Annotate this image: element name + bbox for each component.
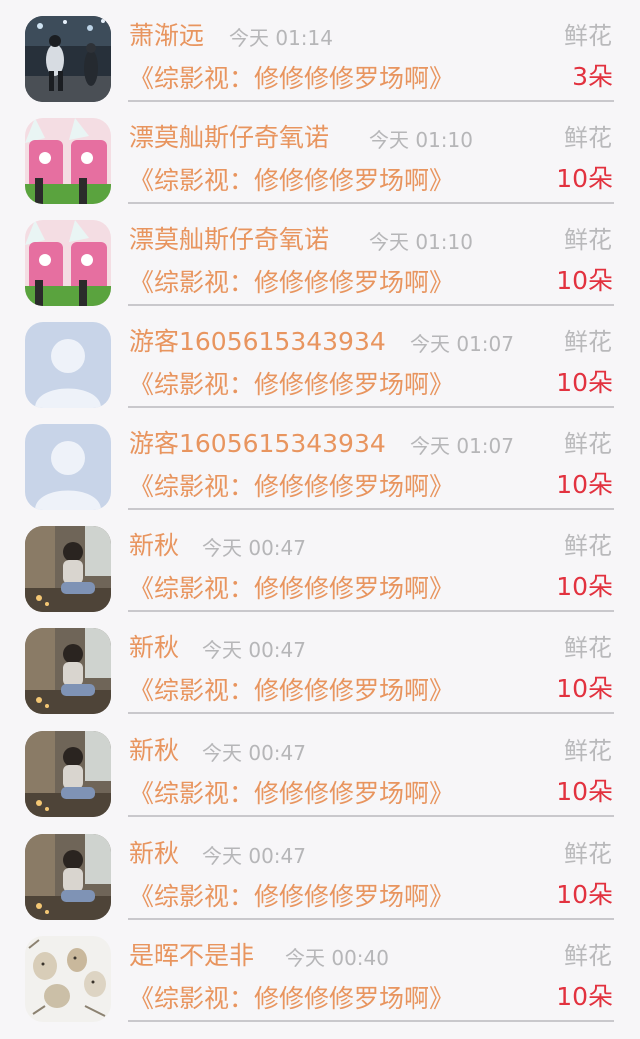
avatar-sketch-cats-image (25, 936, 111, 1022)
book-title-link[interactable]: 《综影视：修修修修罗场啊》 (129, 62, 454, 96)
avatar[interactable] (25, 936, 111, 1022)
avatar-photo-girl-image (25, 731, 111, 817)
avatar[interactable] (25, 322, 111, 408)
user-name[interactable]: 新秋 (129, 838, 179, 870)
avatar-photo-girl-image (25, 526, 111, 612)
timestamp: 今天 01:10 (369, 230, 473, 254)
avatar[interactable] (25, 220, 111, 306)
divider (128, 1020, 614, 1022)
book-title-link[interactable]: 《综影视：修修修修罗场啊》 (129, 982, 454, 1016)
gift-count: 10朵 (556, 572, 613, 601)
avatar-photo-girl-image (25, 628, 111, 714)
user-name[interactable]: 萧渐远 (129, 20, 204, 52)
gift-list-item[interactable]: 漂莫舢斯仔奇氧诺 今天 01:10 鲜花 《综影视：修修修修罗场啊》 10朵 (0, 204, 640, 306)
user-name[interactable]: 新秋 (129, 735, 179, 767)
avatar-default-person-image (25, 424, 111, 510)
book-title-link[interactable]: 《综影视：修修修修罗场啊》 (129, 777, 454, 811)
gift-list-item[interactable]: 新秋 今天 00:47 鲜花 《综影视：修修修修罗场啊》 10朵 (0, 818, 640, 920)
timestamp: 今天 00:40 (285, 946, 389, 970)
gift-type: 鲜花 (564, 737, 612, 765)
timestamp: 今天 00:47 (202, 638, 306, 662)
avatar-anime-pink-image (25, 220, 111, 306)
avatar[interactable] (25, 628, 111, 714)
user-name[interactable]: 游客1605615343934 (129, 326, 386, 358)
user-name[interactable]: 游客1605615343934 (129, 428, 386, 460)
divider (128, 815, 614, 817)
divider (128, 712, 614, 714)
user-name[interactable]: 新秋 (129, 632, 179, 664)
gift-list-item[interactable]: 萧渐远 今天 01:14 鲜花 《综影视：修修修修罗场啊》 3朵 (0, 0, 640, 102)
gift-type: 鲜花 (564, 22, 612, 50)
timestamp: 今天 01:07 (410, 332, 514, 356)
timestamp: 今天 00:47 (202, 536, 306, 560)
gift-count: 10朵 (556, 164, 613, 193)
gift-count: 10朵 (556, 368, 613, 397)
avatar[interactable] (25, 731, 111, 817)
gift-type: 鲜花 (564, 942, 612, 970)
timestamp: 今天 00:47 (202, 741, 306, 765)
timestamp: 今天 00:47 (202, 844, 306, 868)
gift-type: 鲜花 (564, 840, 612, 868)
gift-type: 鲜花 (564, 328, 612, 356)
gift-type: 鲜花 (564, 226, 612, 254)
avatar-default-person-image (25, 322, 111, 408)
avatar[interactable] (25, 526, 111, 612)
gift-list-item[interactable]: 新秋 今天 00:47 鲜花 《综影视：修修修修罗场啊》 10朵 (0, 715, 640, 817)
user-name[interactable]: 漂莫舢斯仔奇氧诺 (129, 224, 329, 256)
avatar-anime-pink-image (25, 118, 111, 204)
gift-type: 鲜花 (564, 124, 612, 152)
book-title-link[interactable]: 《综影视：修修修修罗场啊》 (129, 470, 454, 504)
gift-count: 10朵 (556, 470, 613, 499)
avatar-photo-girl-image (25, 834, 111, 920)
gift-count: 10朵 (556, 674, 613, 703)
timestamp: 今天 01:10 (369, 128, 473, 152)
user-name[interactable]: 新秋 (129, 530, 179, 562)
timestamp: 今天 01:07 (410, 434, 514, 458)
avatar[interactable] (25, 424, 111, 510)
gift-type: 鲜花 (564, 634, 612, 662)
avatar[interactable] (25, 16, 111, 102)
gift-type: 鲜花 (564, 430, 612, 458)
book-title-link[interactable]: 《综影视：修修修修罗场啊》 (129, 368, 454, 402)
book-title-link[interactable]: 《综影视：修修修修罗场啊》 (129, 880, 454, 914)
gift-count: 10朵 (556, 982, 613, 1011)
book-title-link[interactable]: 《综影视：修修修修罗场啊》 (129, 164, 454, 198)
gift-count: 10朵 (556, 266, 613, 295)
book-title-link[interactable]: 《综影视：修修修修罗场啊》 (129, 266, 454, 300)
gift-list-item[interactable]: 新秋 今天 00:47 鲜花 《综影视：修修修修罗场啊》 10朵 (0, 612, 640, 714)
avatar[interactable] (25, 834, 111, 920)
timestamp: 今天 01:14 (229, 26, 333, 50)
gift-list-item[interactable]: 游客1605615343934 今天 01:07 鲜花 《综影视：修修修修罗场啊… (0, 306, 640, 408)
book-title-link[interactable]: 《综影视：修修修修罗场啊》 (129, 572, 454, 606)
gift-type: 鲜花 (564, 532, 612, 560)
gift-list-item[interactable]: 游客1605615343934 今天 01:07 鲜花 《综影视：修修修修罗场啊… (0, 408, 640, 510)
gift-list-item[interactable]: 新秋 今天 00:47 鲜花 《综影视：修修修修罗场啊》 10朵 (0, 510, 640, 612)
gift-count: 10朵 (556, 777, 613, 806)
user-name[interactable]: 是晖不是非 (129, 940, 254, 972)
book-title-link[interactable]: 《综影视：修修修修罗场啊》 (129, 674, 454, 708)
avatar-photo-dancer-image (25, 16, 111, 102)
user-name[interactable]: 漂莫舢斯仔奇氧诺 (129, 122, 329, 154)
gift-count: 3朵 (572, 62, 613, 91)
flower-gift-list: 萧渐远 今天 01:14 鲜花 《综影视：修修修修罗场啊》 3朵 漂莫舢斯仔奇氧… (0, 0, 640, 1039)
avatar[interactable] (25, 118, 111, 204)
gift-list-item[interactable]: 漂莫舢斯仔奇氧诺 今天 01:10 鲜花 《综影视：修修修修罗场啊》 10朵 (0, 102, 640, 204)
gift-count: 10朵 (556, 880, 613, 909)
gift-list-item[interactable]: 是晖不是非 今天 00:40 鲜花 《综影视：修修修修罗场啊》 10朵 (0, 920, 640, 1022)
